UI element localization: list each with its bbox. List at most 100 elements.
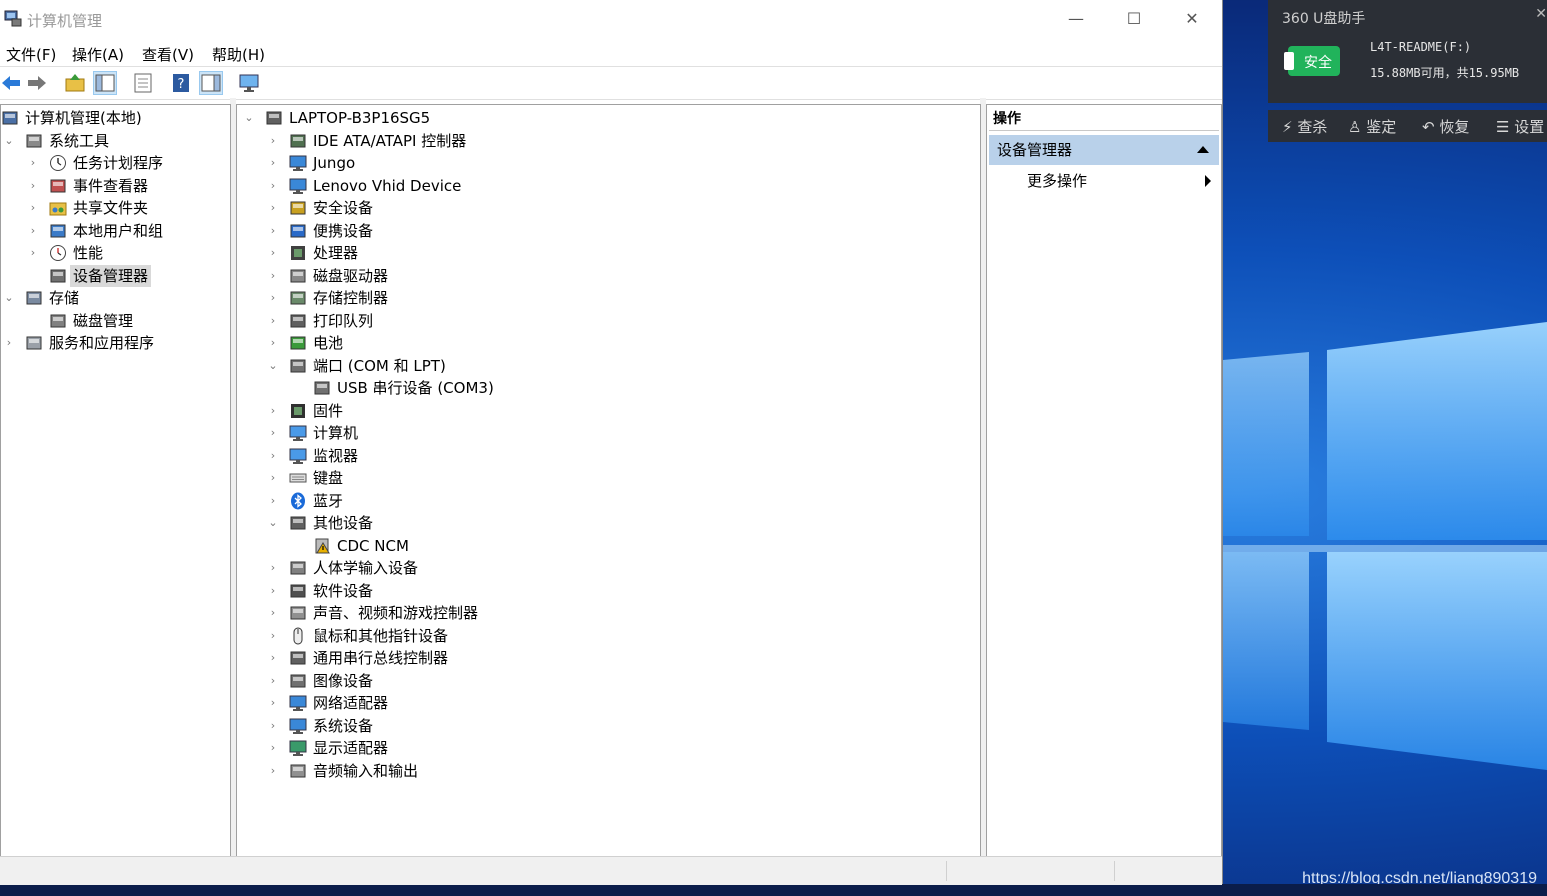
collapse-chevron-icon[interactable]: › [267,220,279,242]
device-tree-item[interactable]: › 磁盘驱动器 [237,265,978,287]
device-tree-item[interactable]: ⌄ LAPTOP-B3P16SG5 [237,107,978,129]
device-tree-item[interactable]: ⌄ 端口 (COM 和 LPT) [237,355,978,377]
device-tree-item[interactable]: › 图像设备 [237,670,978,692]
collapse-chevron-icon[interactable]: › [267,332,279,354]
device-tree-item[interactable]: › 监视器 [237,445,978,467]
collapse-chevron-icon[interactable]: › [267,692,279,714]
collapse-chevron-icon[interactable]: › [267,760,279,782]
console-tree-item[interactable]: ⌄ 存储 [1,287,228,309]
collapse-chevron-icon[interactable]: › [27,175,39,197]
expand-chevron-icon[interactable]: ⌄ [243,107,255,129]
device-tree-item[interactable]: CDC NCM [237,535,978,557]
maximize-button[interactable]: ☐ [1114,4,1154,34]
actions-group-device-manager[interactable]: 设备管理器 [989,135,1219,165]
more-actions-item[interactable]: 更多操作 [1027,169,1087,193]
collapse-chevron-icon[interactable]: › [267,152,279,174]
device-tree-item[interactable]: › 计算机 [237,422,978,444]
u360-close-button[interactable]: ✕ [1535,6,1547,22]
expand-chevron-icon[interactable]: ⌄ [3,130,15,152]
u360-scan-button[interactable]: ⚡ 查杀 [1282,116,1327,137]
collapse-chevron-icon[interactable]: › [267,580,279,602]
device-tree-item[interactable]: ⌄ 其他设备 [237,512,978,534]
collapse-chevron-icon[interactable]: › [3,332,15,354]
device-tree-item[interactable]: › 软件设备 [237,580,978,602]
console-tree-item[interactable]: › 事件查看器 [1,175,228,197]
collapse-chevron-icon[interactable]: › [267,130,279,152]
device-tree-item[interactable]: › 鼠标和其他指针设备 [237,625,978,647]
collapse-chevron-icon[interactable]: › [267,647,279,669]
show-hide-tree-icon[interactable] [93,71,117,95]
title-bar[interactable]: 计算机管理 — ☐ ✕ [0,0,1222,38]
collapse-chevron-icon[interactable]: › [27,152,39,174]
device-tree-item[interactable]: › 网络适配器 [237,692,978,714]
collapse-chevron-icon[interactable]: › [267,400,279,422]
device-tree-item[interactable]: › 人体学输入设备 [237,557,978,579]
device-tree-item[interactable]: › 处理器 [237,242,978,264]
collapse-chevron-icon[interactable]: › [27,242,39,264]
up-folder-icon[interactable] [64,72,86,94]
device-tree-item[interactable]: › 通用串行总线控制器 [237,647,978,669]
expand-chevron-icon[interactable]: ⌄ [267,512,279,534]
menu-help[interactable]: 帮助(H) [212,44,265,65]
collapse-chevron-icon[interactable]: › [267,602,279,624]
console-tree-item[interactable]: › 共享文件夹 [1,197,228,219]
minimize-button[interactable]: — [1056,4,1096,34]
console-tree-item[interactable]: › 本地用户和组 [1,220,228,242]
device-tree-item[interactable]: › 系统设备 [237,715,978,737]
u360-settings-button[interactable]: ☰ 设置 [1496,116,1544,137]
collapse-chevron-icon[interactable]: › [27,197,39,219]
collapse-chevron-icon[interactable]: › [267,197,279,219]
menu-view[interactable]: 查看(V) [142,44,194,65]
device-tree-item[interactable]: › 电池 [237,332,978,354]
help-icon[interactable]: ? [170,72,192,94]
collapse-chevron-icon[interactable]: › [267,242,279,264]
expand-chevron-icon[interactable]: ⌄ [267,355,279,377]
collapse-chevron-icon[interactable]: › [267,737,279,759]
collapse-chevron-icon[interactable]: › [267,625,279,647]
console-tree-item[interactable]: › 性能 [1,242,228,264]
collapse-chevron-icon[interactable]: › [267,467,279,489]
collapse-chevron-icon[interactable]: › [267,445,279,467]
device-tree-item[interactable]: › 显示适配器 [237,737,978,759]
collapse-chevron-icon[interactable]: › [267,287,279,309]
collapse-chevron-icon[interactable]: › [267,715,279,737]
device-tree-item[interactable]: › 打印队列 [237,310,978,332]
close-button[interactable]: ✕ [1172,4,1212,34]
device-tree-item[interactable]: › Lenovo Vhid Device [237,175,978,197]
console-tree-item[interactable]: › 任务计划程序 [1,152,228,174]
collapse-chevron-icon[interactable]: › [267,670,279,692]
collapse-chevron-icon[interactable]: › [267,557,279,579]
console-tree-item[interactable]: 磁盘管理 [1,310,228,332]
properties-icon[interactable] [132,72,154,94]
device-tree-item[interactable]: › 固件 [237,400,978,422]
collapse-chevron-icon[interactable]: › [267,490,279,512]
menu-action[interactable]: 操作(A) [72,44,124,65]
device-tree-item[interactable]: › 存储控制器 [237,287,978,309]
expand-chevron-icon[interactable]: ⌄ [3,287,15,309]
console-tree-item[interactable]: ⌄ 系统工具 [1,130,228,152]
device-tree-item[interactable]: › 安全设备 [237,197,978,219]
device-tree-item[interactable]: › IDE ATA/ATAPI 控制器 [237,130,978,152]
back-icon[interactable] [0,72,22,94]
device-tree-item[interactable]: › Jungo [237,152,978,174]
forward-icon[interactable] [26,72,48,94]
collapse-chevron-icon[interactable]: › [267,422,279,444]
console-tree-item[interactable]: › 服务和应用程序 [1,332,228,354]
u360-restore-button[interactable]: ↶ 恢复 [1422,116,1469,137]
device-tree-item[interactable]: › 便携设备 [237,220,978,242]
collapse-chevron-icon[interactable]: › [267,310,279,332]
collapse-chevron-icon[interactable]: › [27,220,39,242]
menu-file[interactable]: 文件(F) [6,44,56,65]
view-icon[interactable] [199,71,223,95]
device-tree-item[interactable]: › 音频输入和输出 [237,760,978,782]
console-tree-item[interactable]: 计算机管理(本地) [1,107,228,129]
device-tree-item[interactable]: › 声音、视频和游戏控制器 [237,602,978,624]
device-tree-item[interactable]: › 蓝牙 [237,490,978,512]
console-tree-item[interactable]: 设备管理器 [1,264,228,287]
device-tree-item[interactable]: › 键盘 [237,467,978,489]
collapse-arrow-icon[interactable] [1197,146,1209,153]
collapse-chevron-icon[interactable]: › [267,265,279,287]
collapse-chevron-icon[interactable]: › [267,175,279,197]
device-tree-item[interactable]: USB 串行设备 (COM3) [237,377,978,399]
monitor-icon[interactable] [238,72,260,94]
